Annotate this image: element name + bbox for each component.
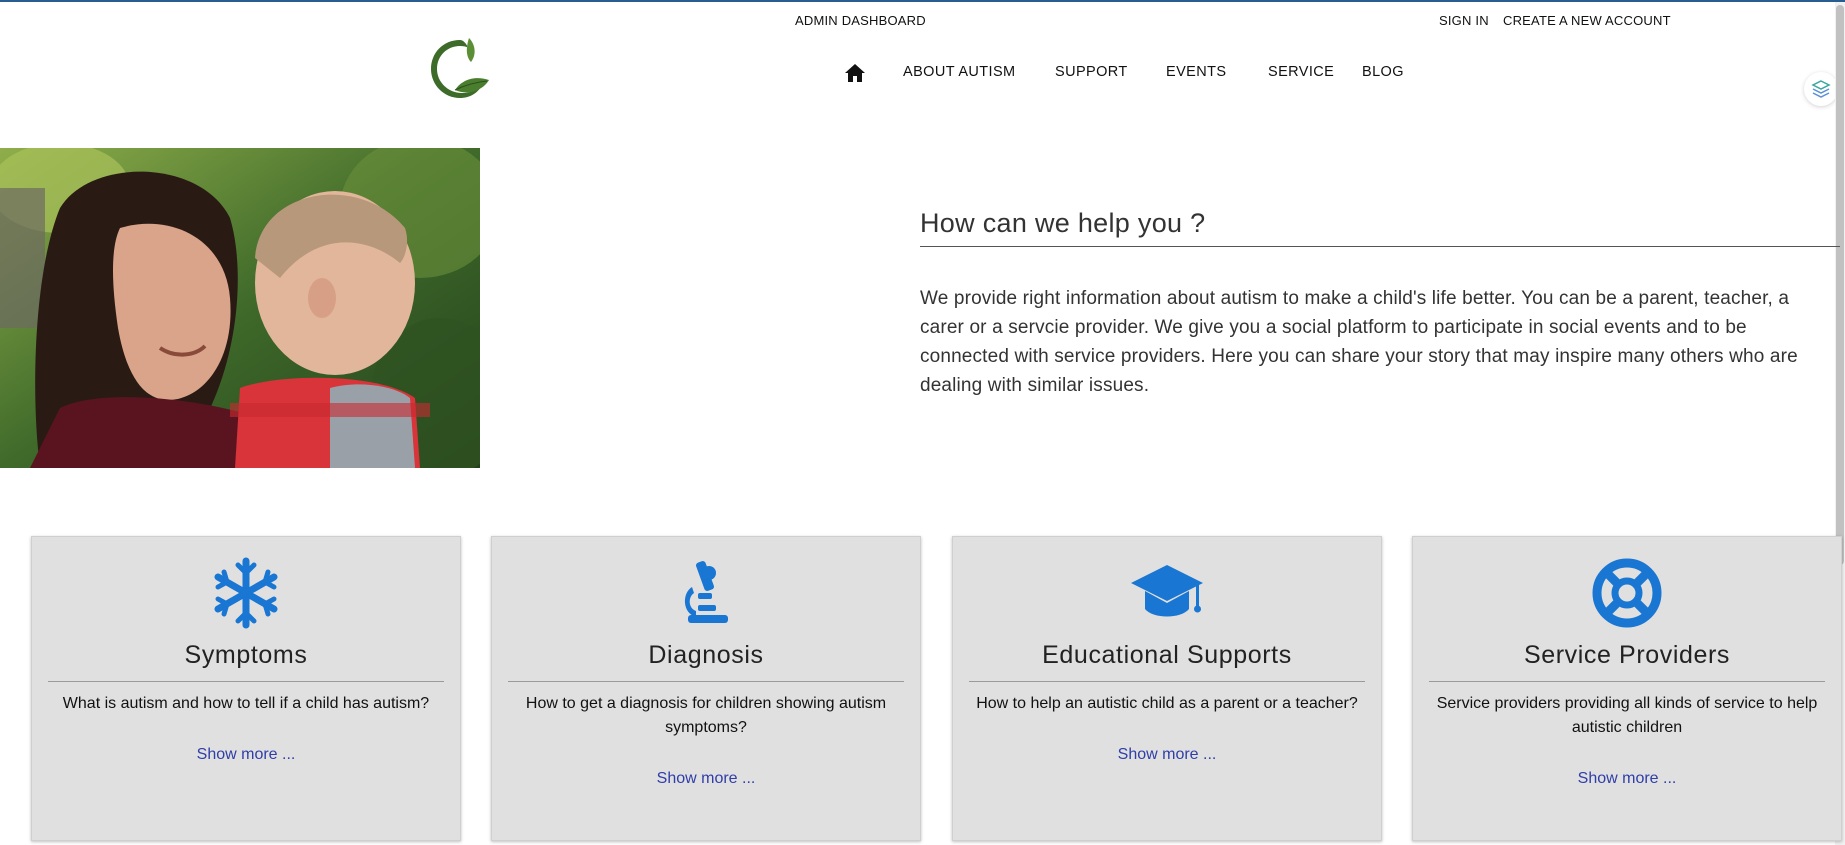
card-title: Service Providers [1523, 641, 1731, 669]
scrollbar-thumb[interactable] [1836, 5, 1844, 565]
layers-icon [1811, 80, 1831, 98]
card-title: Symptoms [184, 641, 308, 669]
card-service-providers[interactable]: Service Providers Service providers prov… [1412, 536, 1842, 841]
nav-blog[interactable]: BLOG [1362, 64, 1404, 84]
card-divider [1429, 681, 1825, 682]
show-more-link[interactable]: Show more ... [492, 770, 920, 788]
life-ring-icon [1592, 558, 1662, 628]
card-divider [969, 681, 1365, 682]
card-description: What is autism and how to tell if a chil… [62, 695, 430, 712]
site-logo[interactable] [425, 34, 495, 104]
nav-events[interactable]: EVENTS [1166, 64, 1226, 84]
create-account-link[interactable]: CREATE A NEW ACCOUNT [1503, 13, 1671, 28]
help-description: We provide right information about autis… [920, 288, 1798, 396]
card-diagnosis[interactable]: Diagnosis How to get a diagnosis for chi… [491, 536, 921, 841]
top-border [0, 0, 1845, 2]
show-more-link[interactable]: Show more ... [1413, 770, 1841, 788]
sign-in-link[interactable]: SIGN IN [1439, 13, 1489, 28]
translate-widget[interactable] [1804, 72, 1838, 106]
card-description: Service providers providing all kinds of… [1436, 695, 1818, 736]
card-divider [48, 681, 444, 682]
card-title: Educational Supports [1042, 641, 1292, 669]
title-divider [920, 246, 1840, 247]
home-icon[interactable] [844, 63, 866, 83]
help-title: How can we help you ? [920, 208, 1206, 238]
graduation-cap-icon [1131, 565, 1203, 617]
card-description: How to help an autistic child as a paren… [976, 695, 1358, 712]
show-more-link[interactable]: Show more ... [32, 746, 460, 764]
nav-support[interactable]: SUPPORT [1055, 64, 1128, 84]
card-title: Diagnosis [648, 641, 764, 669]
card-educational-supports[interactable]: Educational Supports How to help an auti… [952, 536, 1382, 841]
microscope-icon [684, 561, 728, 623]
card-divider [508, 681, 904, 682]
card-symptoms[interactable]: Symptoms What is autism and how to tell … [31, 536, 461, 841]
hero-photo [0, 148, 480, 468]
show-more-link[interactable]: Show more ... [953, 746, 1381, 764]
admin-dashboard-link[interactable]: ADMIN DASHBOARD [795, 13, 926, 28]
card-description: How to get a diagnosis for children show… [525, 695, 887, 736]
nav-service[interactable]: SERVICE [1268, 64, 1334, 84]
snowflake-icon [214, 557, 278, 629]
nav-about-autism[interactable]: ABOUT AUTISM [903, 64, 1016, 84]
